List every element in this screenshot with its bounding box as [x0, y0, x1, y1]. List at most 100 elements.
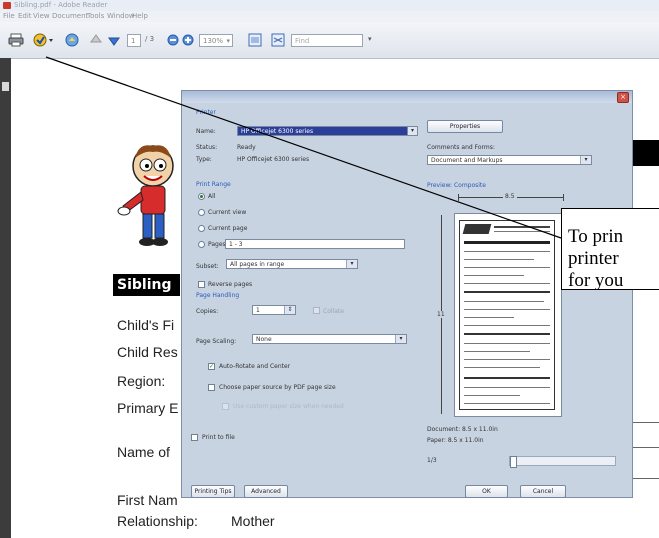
- zoom-level-select[interactable]: 130% ▾: [199, 34, 233, 47]
- page-total-label: / 3: [145, 35, 155, 43]
- fit-width-icon[interactable]: [269, 30, 287, 50]
- form-line: [633, 478, 659, 479]
- hand-tool-icon[interactable]: [62, 30, 82, 50]
- subset-select[interactable]: All pages in range ▾: [226, 259, 358, 269]
- properties-button[interactable]: Properties: [427, 120, 503, 133]
- auto-rotate-label: Auto-Rotate and Center: [219, 363, 291, 370]
- menu-window[interactable]: Window: [107, 11, 135, 22]
- paper-size-label: Paper: 8.5 x 11.0in: [427, 437, 484, 444]
- spinner-icon[interactable]: ⇕: [284, 306, 295, 314]
- printer-name-select[interactable]: HP Officejet 6300 series: [237, 126, 417, 136]
- pages-panel-icon[interactable]: [2, 82, 9, 91]
- find-options-icon[interactable]: ▾: [368, 35, 372, 43]
- previous-page-icon[interactable]: [88, 30, 104, 50]
- preview-line: [464, 333, 550, 335]
- menu-document[interactable]: Document: [52, 11, 88, 22]
- find-input[interactable]: Find: [291, 34, 363, 47]
- fit-page-icon[interactable]: [246, 30, 264, 50]
- menu-help[interactable]: Help: [132, 11, 148, 22]
- email-icon[interactable]: [30, 30, 56, 50]
- adobe-reader-icon: [3, 2, 11, 9]
- chevron-down-icon: ▾: [346, 260, 357, 268]
- type-value: HP Officejet 6300 series: [237, 156, 310, 163]
- zoom-out-icon[interactable]: [166, 30, 180, 50]
- print-to-file-checkbox[interactable]: [191, 434, 198, 441]
- zoom-level-value: 130%: [203, 37, 224, 45]
- preview-line: [494, 226, 550, 228]
- choose-paper-checkbox[interactable]: [208, 384, 215, 391]
- collate-checkbox[interactable]: [313, 307, 320, 314]
- pages-input[interactable]: 1 - 3: [225, 239, 405, 249]
- page-counter-label: 1/3: [427, 457, 437, 464]
- page-number-input[interactable]: 1: [127, 34, 141, 47]
- preview-line: [464, 367, 540, 368]
- range-current-page-radio[interactable]: [198, 225, 205, 232]
- section-title: Sibling: [113, 274, 180, 296]
- preview-line: [464, 325, 550, 326]
- printer-dropdown[interactable]: ▾: [407, 126, 418, 136]
- close-icon[interactable]: ×: [617, 92, 629, 103]
- menu-tools[interactable]: Tools: [87, 11, 104, 22]
- range-all-radio[interactable]: [198, 193, 205, 200]
- printer-name-value: HP Officejet 6300 series: [241, 128, 314, 135]
- advanced-button[interactable]: Advanced: [244, 485, 288, 498]
- window-title: Sibling.pdf - Adobe Reader: [14, 1, 108, 9]
- chevron-down-icon: ▾: [408, 127, 417, 135]
- status-value: Ready: [237, 144, 256, 151]
- print-icon[interactable]: [6, 30, 26, 50]
- preview-height-value: 11: [437, 311, 445, 318]
- range-current-page-label: Current page: [208, 225, 248, 232]
- preview-line: [464, 403, 550, 404]
- copies-stepper[interactable]: 1 ⇕: [252, 305, 296, 315]
- field-label-first-name: First Nam: [117, 492, 178, 508]
- zoom-in-icon[interactable]: [181, 30, 195, 50]
- range-current-view-radio[interactable]: [198, 209, 205, 216]
- comments-forms-select[interactable]: Document and Markups ▾: [427, 155, 592, 165]
- page-scaling-select[interactable]: None ▾: [252, 334, 407, 344]
- page-handling-section-title: Page Handling: [196, 292, 240, 299]
- menu-file[interactable]: File: [3, 11, 15, 22]
- field-label-primary: Primary E: [117, 400, 179, 416]
- preview-line: [464, 377, 550, 379]
- chevron-down-icon: ▾: [226, 37, 230, 45]
- page-scaling-value: None: [256, 336, 272, 343]
- reverse-pages-checkbox[interactable]: [198, 281, 205, 288]
- printing-tips-button[interactable]: Printing Tips: [191, 485, 235, 498]
- print-dialog: × Printer Name: HP Officejet 6300 series…: [181, 90, 633, 498]
- field-label-relationship: Relationship:: [117, 513, 198, 529]
- subset-label: Subset:: [196, 263, 219, 270]
- menu-view[interactable]: View: [33, 11, 50, 22]
- callout-line-1: To prin: [568, 226, 624, 247]
- auto-rotate-checkbox[interactable]: ✓: [208, 363, 215, 370]
- custom-paper-label: Use custom paper size when needed: [233, 403, 344, 410]
- ok-button[interactable]: OK: [465, 485, 508, 498]
- copies-value: 1: [256, 307, 260, 314]
- type-label: Type:: [196, 156, 212, 163]
- form-line: [633, 422, 659, 423]
- menu-edit[interactable]: Edit: [18, 11, 32, 22]
- preview-line: [464, 395, 520, 396]
- range-pages-label: Pages: [208, 241, 226, 248]
- preview-line: [464, 309, 550, 310]
- subset-value: All pages in range: [230, 261, 285, 268]
- slider-thumb[interactable]: [510, 456, 517, 468]
- custom-paper-checkbox[interactable]: [222, 403, 229, 410]
- next-page-icon[interactable]: [106, 30, 122, 50]
- callout-line-3: for you: [568, 270, 624, 290]
- preview-width-value: 8.5: [503, 193, 517, 200]
- print-range-section-title: Print Range: [196, 181, 231, 188]
- range-pages-radio[interactable]: [198, 241, 205, 248]
- navigation-sidebar: [0, 58, 11, 538]
- callout-line-2: printer: [568, 248, 619, 269]
- chevron-down-icon: ▾: [395, 335, 406, 343]
- preview-logo: [462, 224, 492, 234]
- preview-line: [464, 291, 550, 293]
- field-label-region: Region:: [117, 373, 166, 389]
- preview-line: [464, 275, 524, 276]
- preview-page-slider[interactable]: [509, 456, 616, 468]
- preview-line: [464, 283, 550, 284]
- preview-line: [464, 359, 550, 360]
- cancel-button[interactable]: Cancel: [520, 485, 566, 498]
- comments-forms-value: Document and Markups: [431, 157, 503, 164]
- range-current-view-label: Current view: [208, 209, 247, 216]
